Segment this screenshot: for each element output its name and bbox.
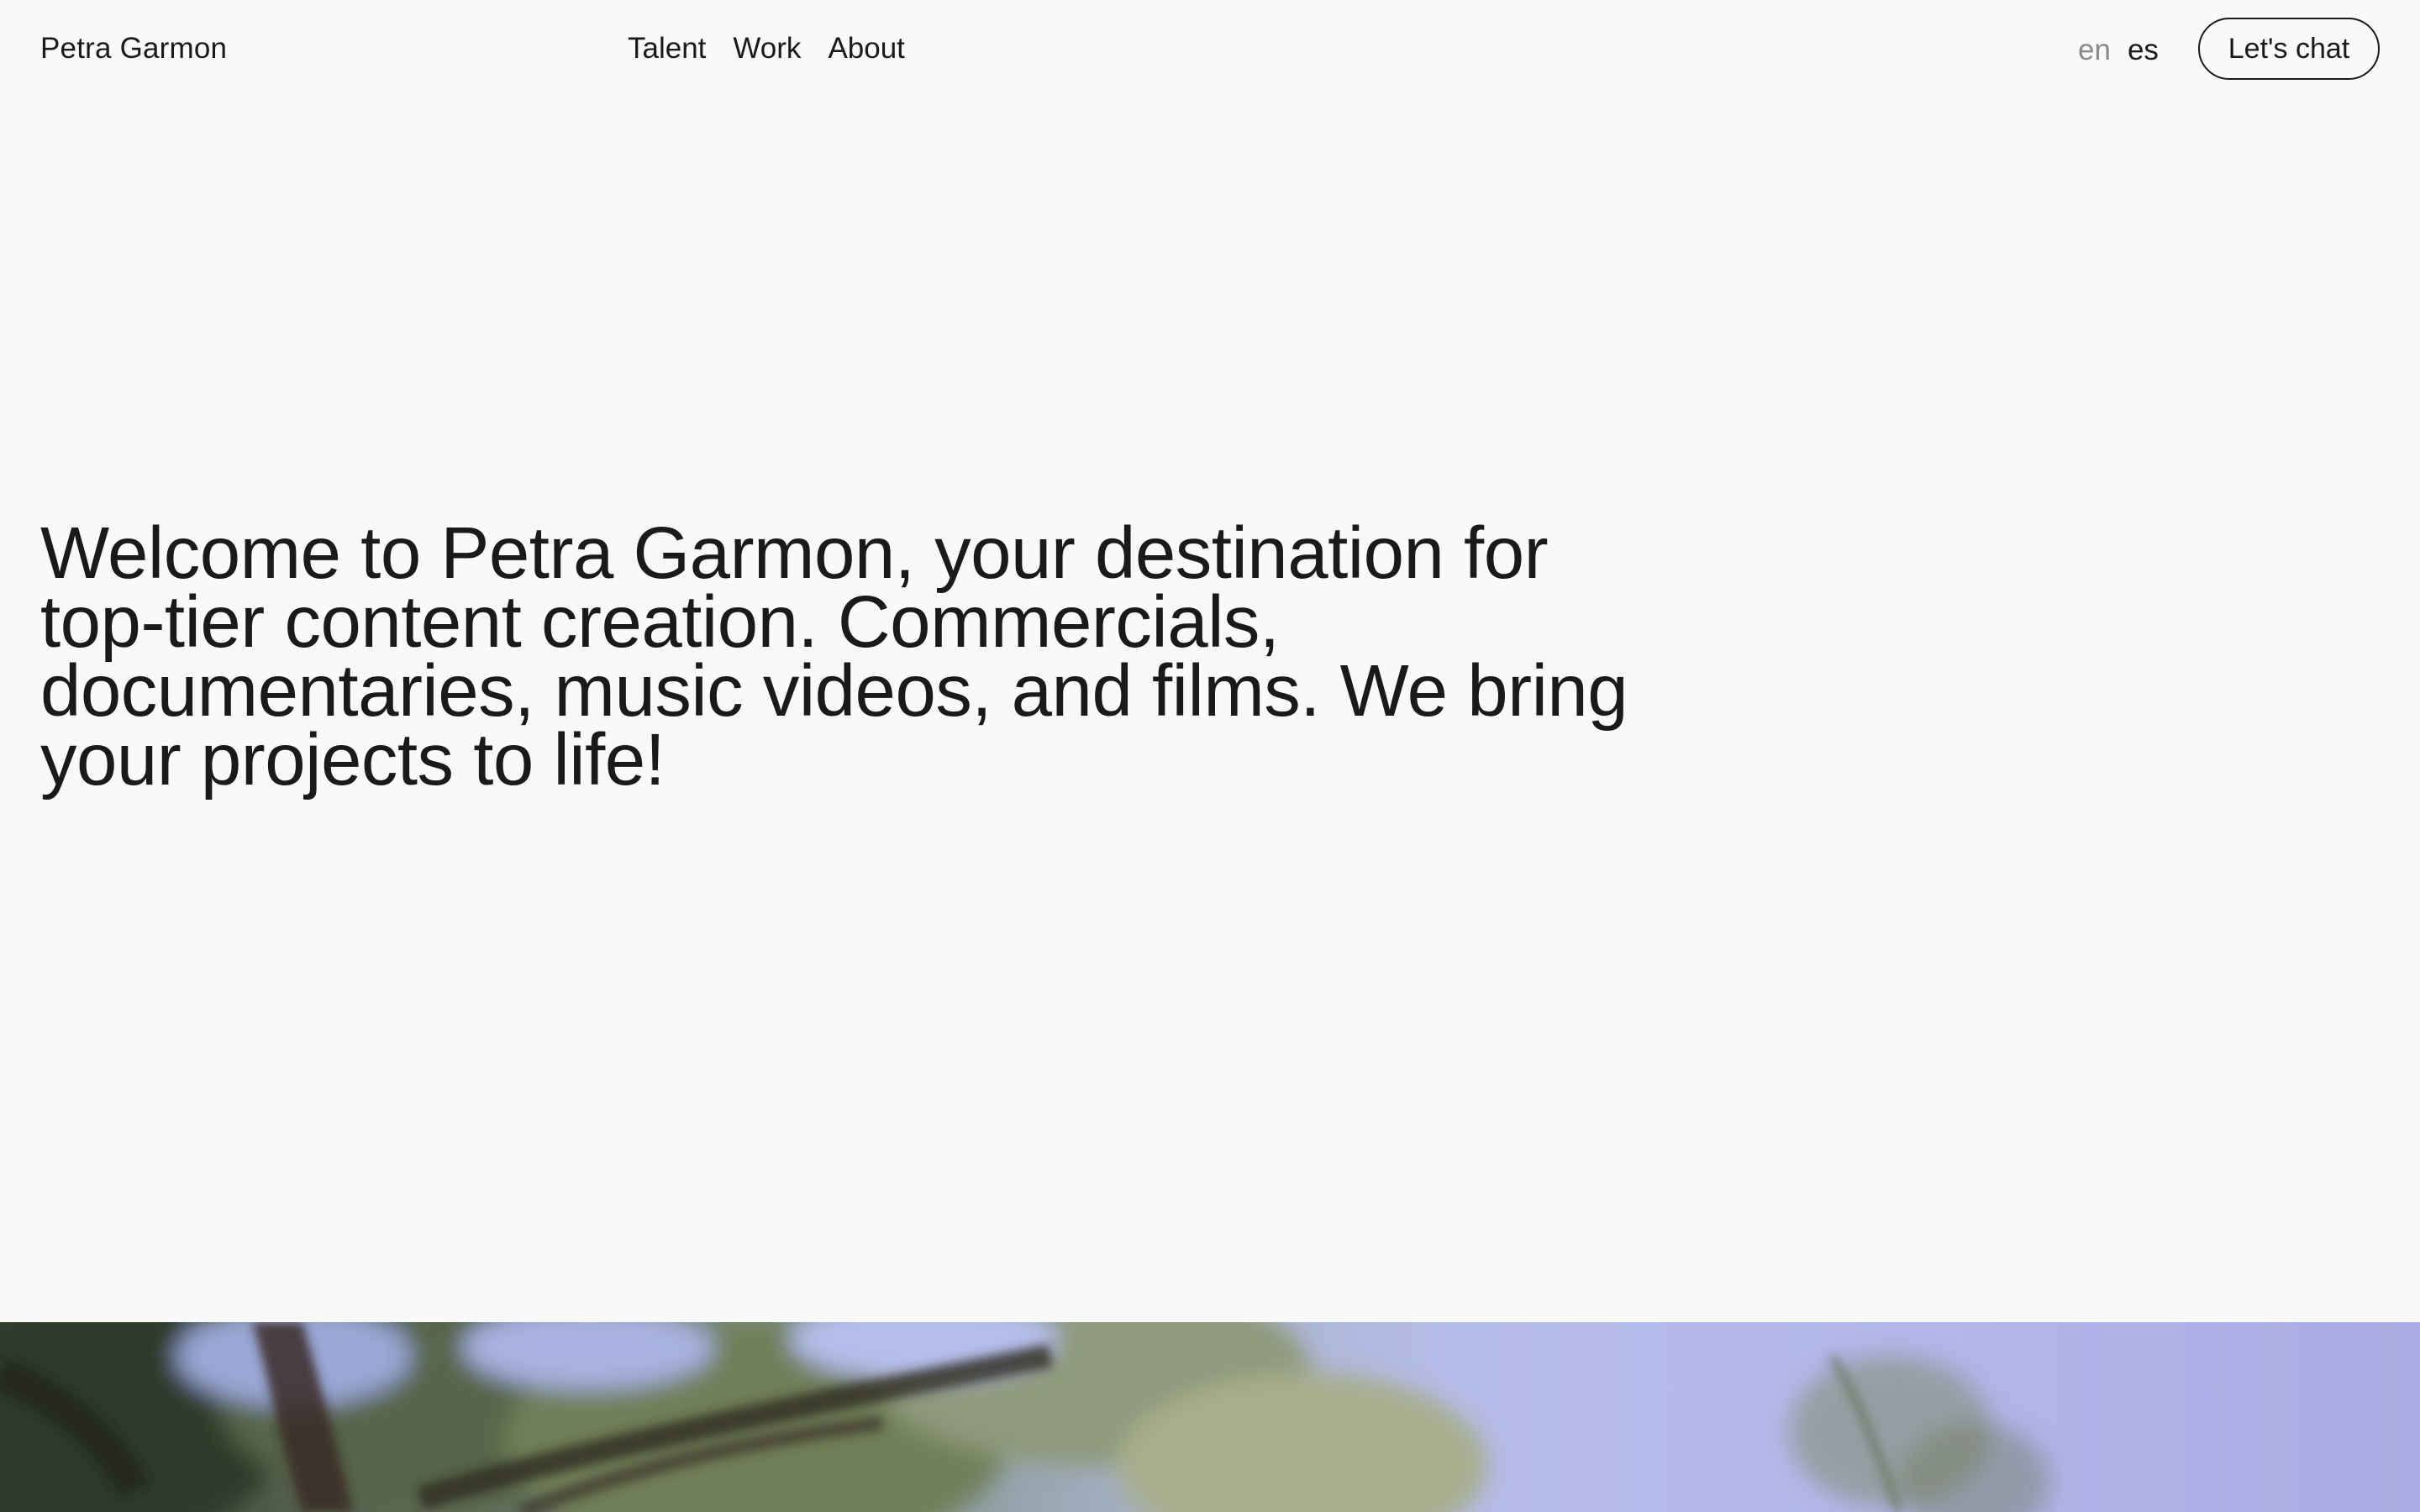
hero-video[interactable] (0, 1322, 2420, 1512)
nav-work-link[interactable]: Work (733, 30, 801, 67)
nav-about-link[interactable]: About (828, 30, 904, 67)
language-en-link[interactable]: en (2078, 32, 2111, 69)
nav-talent-link[interactable]: Talent (628, 30, 706, 67)
hero-video-frame (0, 1322, 2050, 1512)
lets-chat-button[interactable]: Let's chat (2198, 18, 2380, 80)
site-header: Petra Garmon Talent Work About en es Let… (0, 0, 2420, 99)
language-switcher: en es (2078, 32, 2159, 69)
main-nav: Talent Work About (628, 30, 905, 67)
language-es-link[interactable]: es (2128, 32, 2159, 69)
hero-headline: Welcome to Petra Garmon, your destinatio… (40, 512, 1628, 801)
brand-logo-link[interactable]: Petra Garmon (40, 30, 227, 67)
